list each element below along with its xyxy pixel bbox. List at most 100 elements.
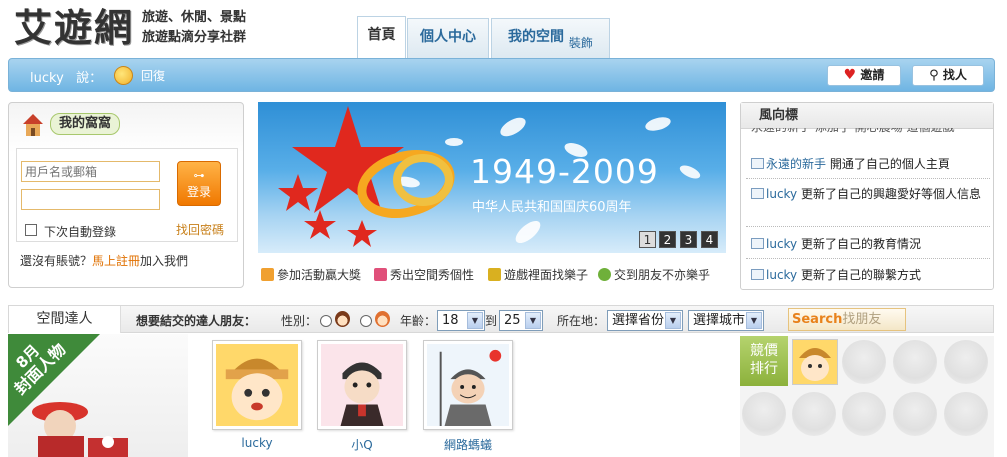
game-icon [488,268,501,281]
person-name-link[interactable]: 小Q [316,436,408,453]
username-input[interactable] [21,161,160,182]
person-name-link[interactable]: lucky [211,436,303,450]
avatar [427,344,509,426]
ranking-slot-empty [842,340,886,384]
reply-link[interactable]: 回復 [141,67,165,84]
profile-icon [751,269,764,280]
feed-action: 更新了自己的聯繫方式 [801,268,922,282]
ranking-avatar[interactable] [792,339,838,385]
ranking-slot-empty [742,392,786,436]
slogan-line-1: 旅遊、休閒、景點 [142,10,247,25]
find-people-button[interactable]: ⚲ 找人 [912,65,984,86]
feed-user-link[interactable]: 永遠的新手 [766,157,826,171]
tab-home-label: 首頁 [367,27,396,43]
feed-item: lucky 更新了自己的聯繫方式 [751,267,983,284]
login-panel-title: 我的窩窩 [50,113,121,135]
feed-item: 永遠的新手 開通了自己的個人主頁 [751,156,983,173]
tab-home[interactable]: 首頁 [357,16,406,60]
feed-item-partial: 永遠的新手 添加了 開心農場 這個遊戲 [751,128,983,137]
feature-link-games[interactable]: 遊戲裡面找樂子 [488,266,588,283]
divider [746,226,990,227]
chevron-down-icon: ▼ [746,312,762,329]
find-people-label: 找人 [942,68,967,82]
feed-user-link[interactable]: lucky [766,268,797,282]
city-select[interactable]: 選擇城市 ▼ [688,310,764,331]
banner-caption: 中华人民共和国国庆60周年 [472,200,632,215]
forgot-password-link[interactable]: 找回密碼 [176,221,224,238]
feed-item-partial-text: 永遠的新手 添加了 開心農場 這個遊戲 [751,128,983,136]
ranking-slot-empty [792,392,836,436]
tab-personal-center-label: 個人中心 [420,29,476,45]
divider [746,178,990,179]
feature-link-friends[interactable]: 交到朋友不亦樂乎 [598,266,710,283]
auto-login-checkbox[interactable] [25,224,37,236]
chevron-down-icon: ▼ [467,312,483,329]
age-to-label: 到 [485,314,498,328]
feed-action: 更新了自己的教育情況 [801,237,922,251]
ranking-label-line2: 排行 [750,361,778,377]
tab-my-space[interactable]: 我的空間 裝飾 [491,18,610,58]
house-icon [23,114,43,136]
smiley-icon [114,66,133,85]
register-prompt: 還沒有賬號？馬上註冊加入我們 [20,252,188,269]
tab-talent[interactable]: 空間達人 [9,306,121,333]
person-name-link[interactable]: 網路螞蟻 [422,436,514,453]
tab-my-space-decorate[interactable]: 裝飾 [569,36,593,50]
register-link[interactable]: 馬上註冊 [92,254,140,268]
avatar [321,344,403,426]
age-from-select[interactable]: 18 ▼ [437,310,485,331]
login-button[interactable]: ⊶ 登录 [177,161,221,206]
feed-action: 開通了自己的個人主頁 [829,157,950,171]
divider [746,258,990,259]
banner-page-2[interactable]: 2 [659,231,676,248]
person-card-netant[interactable] [423,340,513,430]
feature-label-space: 秀出空間秀個性 [390,268,475,282]
banner-page-3[interactable]: 3 [680,231,697,248]
banner-years: 1949-2009 [470,152,659,191]
avatar [216,344,298,426]
feature-label-games: 遊戲裡面找樂子 [504,268,589,282]
ranking-slot-empty [944,340,988,384]
feature-label-activities: 參加活動贏大獎 [277,268,362,282]
feed-user-link[interactable]: lucky [766,237,797,251]
gift-icon [261,268,274,281]
ranking-label: 競價 排行 [740,336,788,386]
site-logo[interactable]: 艾遊網 [14,6,138,50]
person-card-lucky[interactable] [212,340,302,430]
search-friends-button[interactable]: Search找朋友 [788,308,906,331]
gender-female-radio[interactable] [360,315,372,327]
location-label: 所在地： [557,314,606,328]
no-account-text: 還沒有賬號？ [20,254,93,268]
search-icon: ⚲ [929,68,939,83]
feed-item: lucky 更新了自己的教育情況 [751,236,983,253]
banner-page-1[interactable]: 1 [639,231,656,248]
person-card-xiaoq[interactable] [317,340,407,430]
feed-user-link[interactable]: lucky [766,187,797,201]
avatar [799,348,831,381]
slogan-line-2: 旅遊點滴分享社群 [142,30,247,45]
gender-male-radio[interactable] [320,315,332,327]
age-label: 年齡： [400,314,437,328]
profile-icon [751,188,764,199]
province-value: 選擇省份 [612,313,665,328]
feature-label-friends: 交到朋友不亦樂乎 [614,268,711,282]
feature-link-activities[interactable]: 參加活動贏大獎 [261,266,361,283]
feed-title: 風向標 [741,103,993,129]
home-icon [374,268,387,281]
key-icon: ⊶ [193,169,205,182]
banner-page-4[interactable]: 4 [701,231,718,248]
province-select[interactable]: 選擇省份 ▼ [607,310,683,331]
profile-icon [751,158,764,169]
tab-personal-center[interactable]: 個人中心 [407,18,489,58]
age-to-select[interactable]: 25 ▼ [499,310,543,331]
status-username[interactable]: lucky [30,71,64,86]
talent-prompt: 想要結交的達人朋友： [136,314,257,328]
status-user: lucky 說： [30,67,102,86]
ranking-label-line1: 競價 [750,343,778,359]
password-input[interactable] [21,189,160,210]
auto-login-label: 下次自動登錄 [44,225,117,239]
age-to-value: 25 [504,313,521,328]
friend-icon [598,268,611,281]
invite-button[interactable]: ♥ 邀請 [827,65,901,86]
feature-link-space[interactable]: 秀出空間秀個性 [374,266,474,283]
